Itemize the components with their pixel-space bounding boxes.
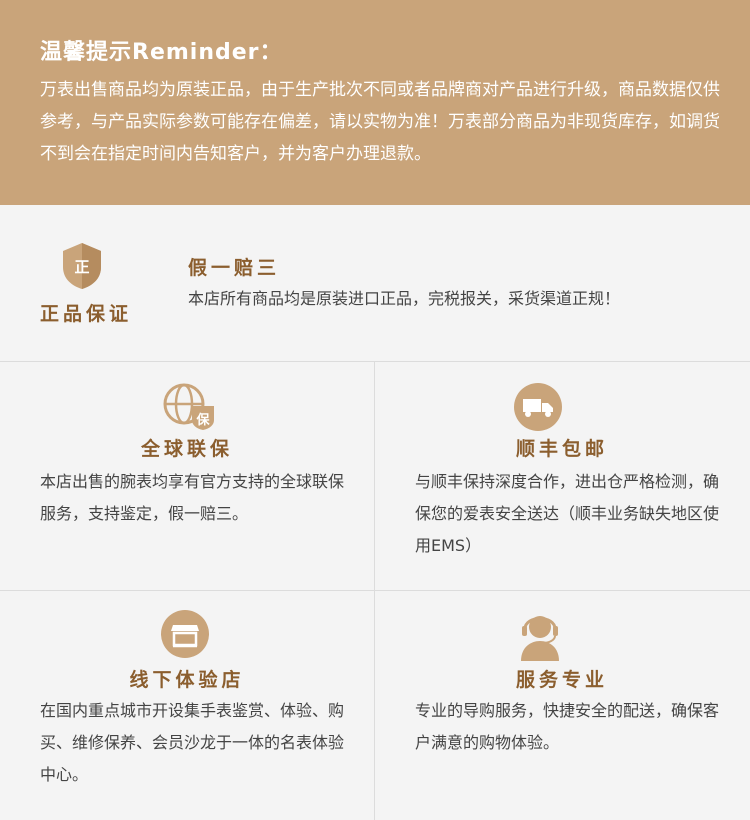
reminder-banner: 温馨提示Reminder： 万表出售商品均为原装正品，由于生产批次不同或者品牌商… — [0, 0, 750, 205]
feature-text: 专业的导购服务，快捷安全的配送，确保客户满意的购物体验。 — [415, 701, 720, 752]
shield-label: 正品保证 — [40, 303, 133, 325]
feature-offline-store: 线下体验店 在国内重点城市开设集手表鉴赏、体验、购买、维修保养、会员沙龙于一体的… — [0, 591, 374, 820]
warranty-char: 保 — [195, 412, 210, 428]
feature-title: 顺丰包邮 — [515, 438, 608, 460]
feature-free-shipping: 顺丰包邮 与顺丰保持深度合作，进出仓严格检测，确保您的爱表安全送达（顺丰业务缺失… — [375, 362, 749, 590]
feature-professional-service: 服务专业 专业的导购服务，快捷安全的配送，确保客户满意的购物体验。 — [375, 591, 749, 820]
shield-char: 正 — [74, 258, 89, 276]
feature-text: 在国内重点城市开设集手表鉴赏、体验、购买、维修保养、会员沙龙于一体的名表体验中心… — [40, 701, 345, 784]
reminder-text: 万表出售商品均为原装正品，由于生产批次不同或者品牌商对产品进行升级，商品数据仅供… — [40, 80, 720, 164]
feature-global-warranty: 保 全球联保 本店出售的腕表均享有官方支持的全球联保服务，支持鉴定，假一赔三。 — [0, 362, 374, 590]
shield-icon: 正 — [63, 243, 101, 289]
guarantee-text: 本店所有商品均是原装进口正品，完税报关，采货渠道正规！ — [188, 289, 621, 308]
customer-service-icon — [521, 616, 559, 661]
feature-title: 线下体验店 — [129, 669, 245, 691]
guarantee-headline: 假一赔三 — [188, 257, 281, 279]
storefront-icon — [161, 610, 209, 658]
globe-warranty-icon: 保 — [163, 383, 214, 430]
feature-text: 与顺丰保持深度合作，进出仓严格检测，确保您的爱表安全送达（顺丰业务缺失地区使用E… — [415, 472, 720, 555]
feature-text: 本店出售的腕表均享有官方支持的全球联保服务，支持鉴定，假一赔三。 — [40, 472, 345, 523]
feature-title: 服务专业 — [515, 669, 608, 691]
delivery-truck-icon — [514, 383, 562, 431]
feature-title: 全球联保 — [140, 438, 233, 460]
genuine-guarantee-section: 正 正品保证 假一赔三 本店所有商品均是原装进口正品，完税报关，采货渠道正规！ — [0, 205, 750, 361]
reminder-title: 温馨提示Reminder： — [40, 40, 283, 65]
